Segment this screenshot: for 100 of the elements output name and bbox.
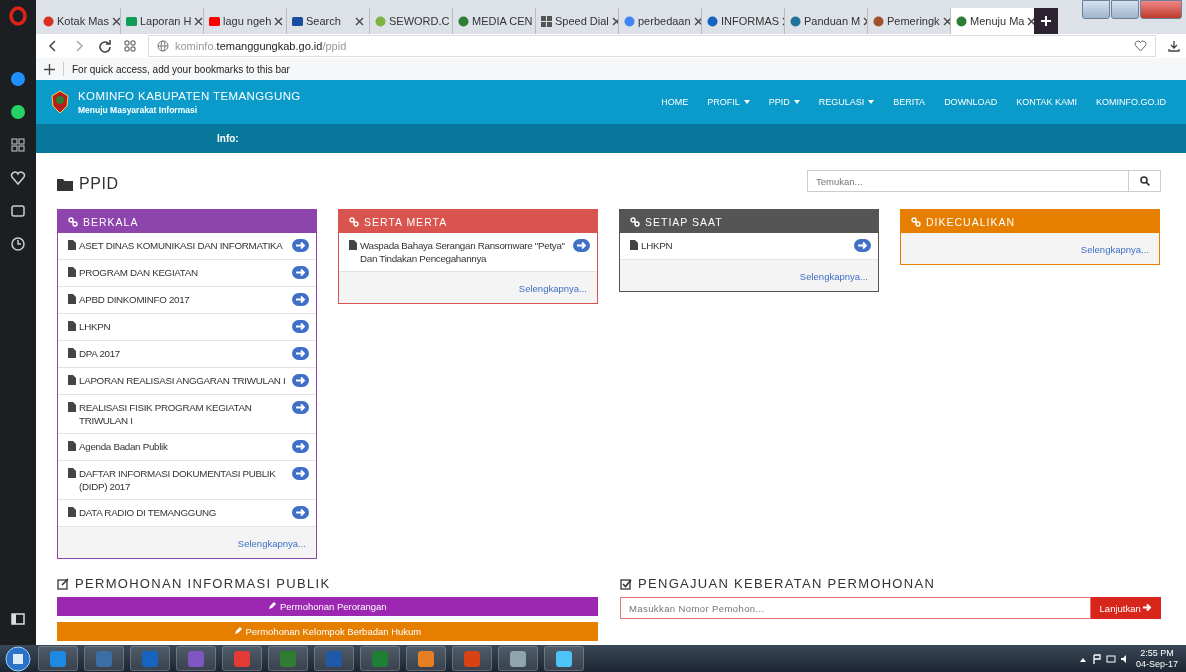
restore-button[interactable] [1111, 0, 1139, 19]
search-button[interactable] [1129, 170, 1161, 192]
browser-tab[interactable]: Menuju Ma [951, 8, 1034, 34]
taskbar-app[interactable] [176, 646, 216, 671]
reload-icon[interactable] [98, 39, 112, 53]
arrow-right-icon[interactable] [292, 293, 309, 306]
checkbox-icon [620, 577, 632, 590]
taskbar-app[interactable] [406, 646, 446, 671]
clock[interactable]: 2:55 PM 04-Sep-17 [1135, 647, 1178, 670]
arrow-right-icon[interactable] [292, 440, 309, 453]
link-icon [911, 216, 921, 227]
document-link[interactable]: Agenda Badan Publik [79, 440, 289, 453]
document-icon [630, 240, 638, 250]
taskbar-app[interactable] [268, 646, 308, 671]
taskbar-app[interactable] [452, 646, 492, 671]
bookmarks-hint: For quick access, add your bookmarks to this bar [72, 63, 290, 75]
arrow-right-icon [1143, 602, 1153, 612]
arrow-right-icon[interactable] [292, 320, 309, 333]
minimize-button[interactable] [1082, 0, 1110, 19]
panel-title: SERTA MERTA [364, 215, 448, 228]
panel-title: DIKECUALIKAN [926, 215, 1016, 228]
taskbar-app[interactable] [38, 646, 78, 671]
arrow-right-icon[interactable] [573, 239, 590, 252]
o-logo-icon[interactable] [9, 6, 27, 26]
taskbar-app[interactable] [314, 646, 354, 671]
section-title: PERMOHONAN INFORMASI PUBLIK [75, 576, 331, 591]
arrow-right-icon[interactable] [292, 401, 309, 414]
arrow-right-icon[interactable] [292, 374, 309, 387]
document-icon [68, 507, 76, 517]
crest-logo-icon [50, 90, 70, 114]
document-link[interactable]: LHKPN [79, 320, 289, 333]
document-icon [68, 441, 76, 451]
arrow-right-icon[interactable] [854, 239, 871, 252]
add-bookmark-icon[interactable] [44, 63, 55, 75]
grid-icon[interactable] [10, 137, 26, 153]
taskbar-app[interactable] [360, 646, 400, 671]
arrow-right-icon[interactable] [292, 239, 309, 252]
favicon-icon [790, 15, 801, 27]
document-icon [68, 321, 76, 331]
document-link[interactable]: ASET DINAS KOMUNIKASI DAN INFORMATIKA [79, 239, 289, 252]
clock-icon[interactable] [10, 236, 26, 252]
document-link[interactable]: LAPORAN REALISASI ANGGARAN TRIWULAN I [79, 374, 289, 387]
edit-icon [57, 577, 69, 590]
taskbar-app[interactable] [130, 646, 170, 671]
search-icon [1139, 175, 1150, 186]
taskbar-app[interactable] [544, 646, 584, 671]
favicon-icon [375, 15, 386, 27]
document-link[interactable]: DATA RADIO DI TEMANGGUNG [79, 506, 289, 519]
arrow-right-icon[interactable] [292, 347, 309, 360]
sidebar-toggle-icon[interactable] [11, 613, 25, 625]
favicon-icon [956, 15, 967, 27]
favicon-icon [292, 15, 303, 27]
address-field[interactable]: kominfo.temanggungkab.go.id/ppid [148, 35, 1156, 57]
download-icon[interactable] [1168, 40, 1180, 52]
continue-button[interactable]: Lanjutkan [1091, 597, 1161, 619]
news-icon[interactable] [10, 203, 26, 219]
arrow-right-icon[interactable] [292, 266, 309, 279]
favicon-icon [624, 15, 635, 27]
favicon-icon [209, 15, 220, 27]
messenger-icon[interactable] [10, 71, 26, 87]
document-link[interactable]: Waspada Bahaya Serangan Ransomware "Petya" Dan Tindakan Pencegahannya [360, 239, 570, 265]
taskbar-app[interactable] [84, 646, 124, 671]
site-tagline: Menuju Masyarakat Informasi [78, 104, 199, 115]
document-link[interactable]: DPA 2017 [79, 347, 289, 360]
new-tab-button[interactable] [1034, 8, 1058, 34]
favicon-icon [43, 15, 54, 27]
document-link[interactable]: LHKPN [641, 239, 851, 252]
document-icon [68, 402, 76, 412]
more-link[interactable]: Selengkapnya... [518, 283, 587, 294]
more-link[interactable]: Selengkapnya... [237, 538, 306, 549]
arrow-right-icon[interactable] [292, 467, 309, 480]
tiles-icon[interactable] [124, 40, 136, 52]
link-icon [68, 216, 78, 227]
link-icon [630, 216, 640, 227]
clock-time: 2:55 PM [1140, 647, 1174, 659]
arrow-right-icon[interactable] [292, 506, 309, 519]
start-button[interactable] [4, 645, 32, 672]
panel-title: SETIAP SAAT [645, 215, 723, 228]
taskbar-app[interactable] [222, 646, 262, 671]
whatsapp-icon[interactable] [10, 104, 26, 120]
more-link[interactable]: Selengkapnya... [799, 271, 868, 282]
document-link[interactable]: DAFTAR INFORMASI DOKUMENTASI PUBLIK (DIDP) 2017 [79, 467, 289, 493]
taskbar-app[interactable] [498, 646, 538, 671]
favicon-icon [541, 15, 552, 27]
more-link[interactable]: Selengkapnya... [1080, 244, 1149, 255]
section-title: PENGAJUAN KEBERATAN PERMOHONAN [638, 576, 936, 591]
favicon-icon [126, 15, 137, 27]
document-icon [68, 240, 76, 250]
pencil-icon [268, 601, 278, 610]
search-field[interactable]: Temukan... [807, 170, 1129, 192]
info-label: Info: [217, 133, 239, 144]
document-link[interactable]: PROGRAM DAN KEGIATAN [79, 266, 289, 279]
request-button[interactable]: Permohonan Perorangan [57, 597, 598, 616]
favicon-icon [707, 15, 718, 27]
document-link[interactable]: APBD DINKOMINFO 2017 [79, 293, 289, 306]
panel-title: BERKALA [83, 215, 139, 228]
applicant-number-field[interactable]: Masukkan Nomor Pemohon... [620, 597, 1091, 619]
document-icon [68, 468, 76, 478]
document-link[interactable]: REALISASI FISIK PROGRAM KEGIATAN TRIWULAN I [79, 401, 289, 427]
document-icon [68, 375, 76, 385]
